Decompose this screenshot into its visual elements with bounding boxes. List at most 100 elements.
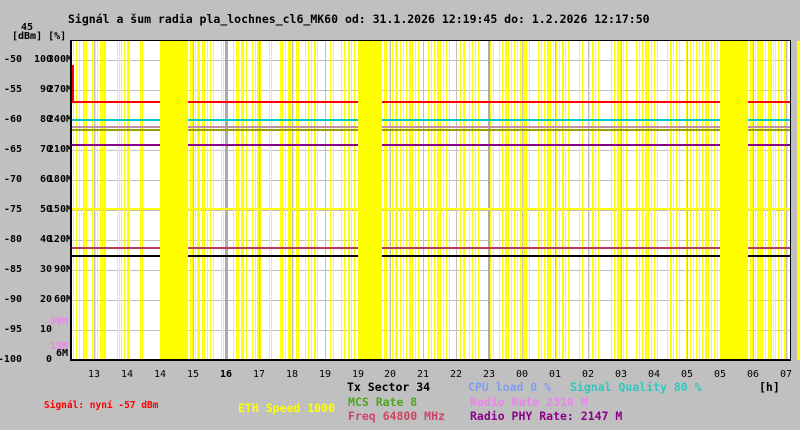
event-stripe — [142, 41, 143, 359]
y-axis-dbm-label: -65 — [0, 143, 22, 156]
event-stripe — [502, 41, 503, 359]
series-start-signal — [72, 65, 74, 103]
event-stripe — [550, 41, 551, 359]
event-stripe — [475, 41, 476, 359]
x-axis-hour-label: 22 — [442, 368, 470, 381]
event-stripe — [129, 41, 130, 359]
event-stripe — [595, 41, 596, 359]
legend-signal-quality: Signal Quality 80 % — [570, 380, 702, 394]
y-axis-dbm-label: -95 — [0, 323, 22, 336]
v-gridline — [621, 41, 622, 359]
y-axis-dbm-label: -75 — [0, 203, 22, 216]
y-axis-dbm-label: -60 — [0, 113, 22, 126]
event-stripe — [693, 41, 694, 359]
legend-tx-sector: Tx Sector 34 — [347, 380, 430, 394]
legend-freq: Freq 64800 MHz — [348, 409, 445, 423]
y-axis-rate-label: 150M — [44, 203, 72, 216]
y-axis-rate-label: 240M — [44, 113, 72, 126]
event-stripe — [311, 41, 312, 359]
event-stripe — [238, 41, 239, 359]
event-stripe — [639, 41, 640, 359]
event-stripe — [409, 41, 411, 359]
y-axis-row: -902060M — [0, 293, 72, 306]
legend-radio-phy-rate: Radio PHY Rate: 2147 M — [470, 409, 622, 423]
event-stripe — [317, 41, 318, 359]
y-axis-row: -7060180M — [0, 173, 72, 186]
outage-block — [160, 41, 188, 359]
y-axis-row: -6080240M — [0, 113, 72, 126]
event-stripe — [778, 41, 779, 359]
event-stripe — [443, 41, 444, 359]
event-stripe — [83, 41, 85, 359]
y-axis-dbm-label: -70 — [0, 173, 22, 186]
event-stripe — [341, 41, 342, 359]
event-stripe — [463, 41, 465, 359]
event-stripe — [472, 41, 473, 359]
event-stripe — [592, 41, 594, 359]
event-stripe — [499, 41, 500, 359]
event-stripe — [770, 41, 772, 359]
v-gridline — [325, 41, 326, 359]
x-axis-hour-label: 18 — [278, 368, 306, 381]
event-stripe — [520, 41, 521, 359]
event-stripe — [428, 41, 429, 359]
x-axis-hour-label: 15 — [179, 368, 207, 381]
event-stripe — [282, 41, 283, 359]
y-axis-units: [dBm] [%] — [12, 31, 66, 43]
event-stripe — [642, 41, 643, 359]
event-stripe — [620, 41, 621, 359]
event-stripe — [437, 41, 439, 359]
event-stripe — [623, 41, 624, 359]
event-stripe — [645, 41, 647, 359]
legend-radio-rate: Radio Rate 2310 M — [470, 395, 588, 409]
event-stripe — [269, 41, 270, 359]
event-stripe — [611, 41, 612, 359]
event-stripe — [648, 41, 649, 359]
event-stripe — [714, 41, 715, 359]
event-stripe — [446, 41, 447, 359]
event-stripe — [699, 41, 700, 359]
event-stripe — [199, 41, 200, 359]
event-stripe — [397, 41, 398, 359]
v-gridline — [225, 41, 228, 359]
event-stripe — [400, 41, 401, 359]
event-stripe — [579, 41, 580, 359]
event-stripe — [140, 41, 141, 359]
event-stripe — [541, 41, 542, 359]
event-stripe — [469, 41, 470, 359]
event-stripe — [351, 41, 352, 359]
event-stripe — [104, 41, 106, 359]
y-axis-rate-label: 60M — [44, 293, 72, 306]
event-stripe — [384, 41, 385, 359]
event-stripe — [252, 41, 253, 359]
x-axis-hour-label: 14 — [113, 368, 141, 381]
event-stripe — [775, 41, 776, 359]
event-stripe — [298, 41, 299, 359]
x-axis-hour-label: 13 — [80, 368, 108, 381]
event-stripe — [617, 41, 619, 359]
event-stripe — [679, 41, 680, 359]
event-stripe — [589, 41, 590, 359]
event-stripe — [392, 41, 393, 359]
y-axis-rate-label: 90M — [44, 263, 72, 276]
event-stripe — [354, 41, 355, 359]
event-stripe — [773, 41, 774, 359]
event-stripe — [553, 41, 554, 359]
legend-mcs-rate: MCS Rate 8 — [348, 395, 417, 409]
y-axis-dbm-label: -55 — [0, 83, 22, 96]
event-stripe — [790, 41, 791, 359]
event-stripe — [124, 41, 125, 359]
event-stripe — [440, 41, 441, 359]
event-stripe — [708, 41, 709, 359]
event-stripe — [86, 41, 87, 359]
event-stripe — [246, 41, 247, 359]
event-stripe — [330, 41, 331, 359]
y-axis-rate-label: 210M — [44, 143, 72, 156]
event-stripe — [526, 41, 527, 359]
event-stripe — [711, 41, 712, 359]
event-stripe — [490, 41, 491, 359]
event-stripe — [667, 41, 668, 359]
x-axis-hour-label: 16 — [212, 368, 240, 381]
event-stripe — [529, 41, 530, 359]
event-stripe — [95, 41, 96, 359]
